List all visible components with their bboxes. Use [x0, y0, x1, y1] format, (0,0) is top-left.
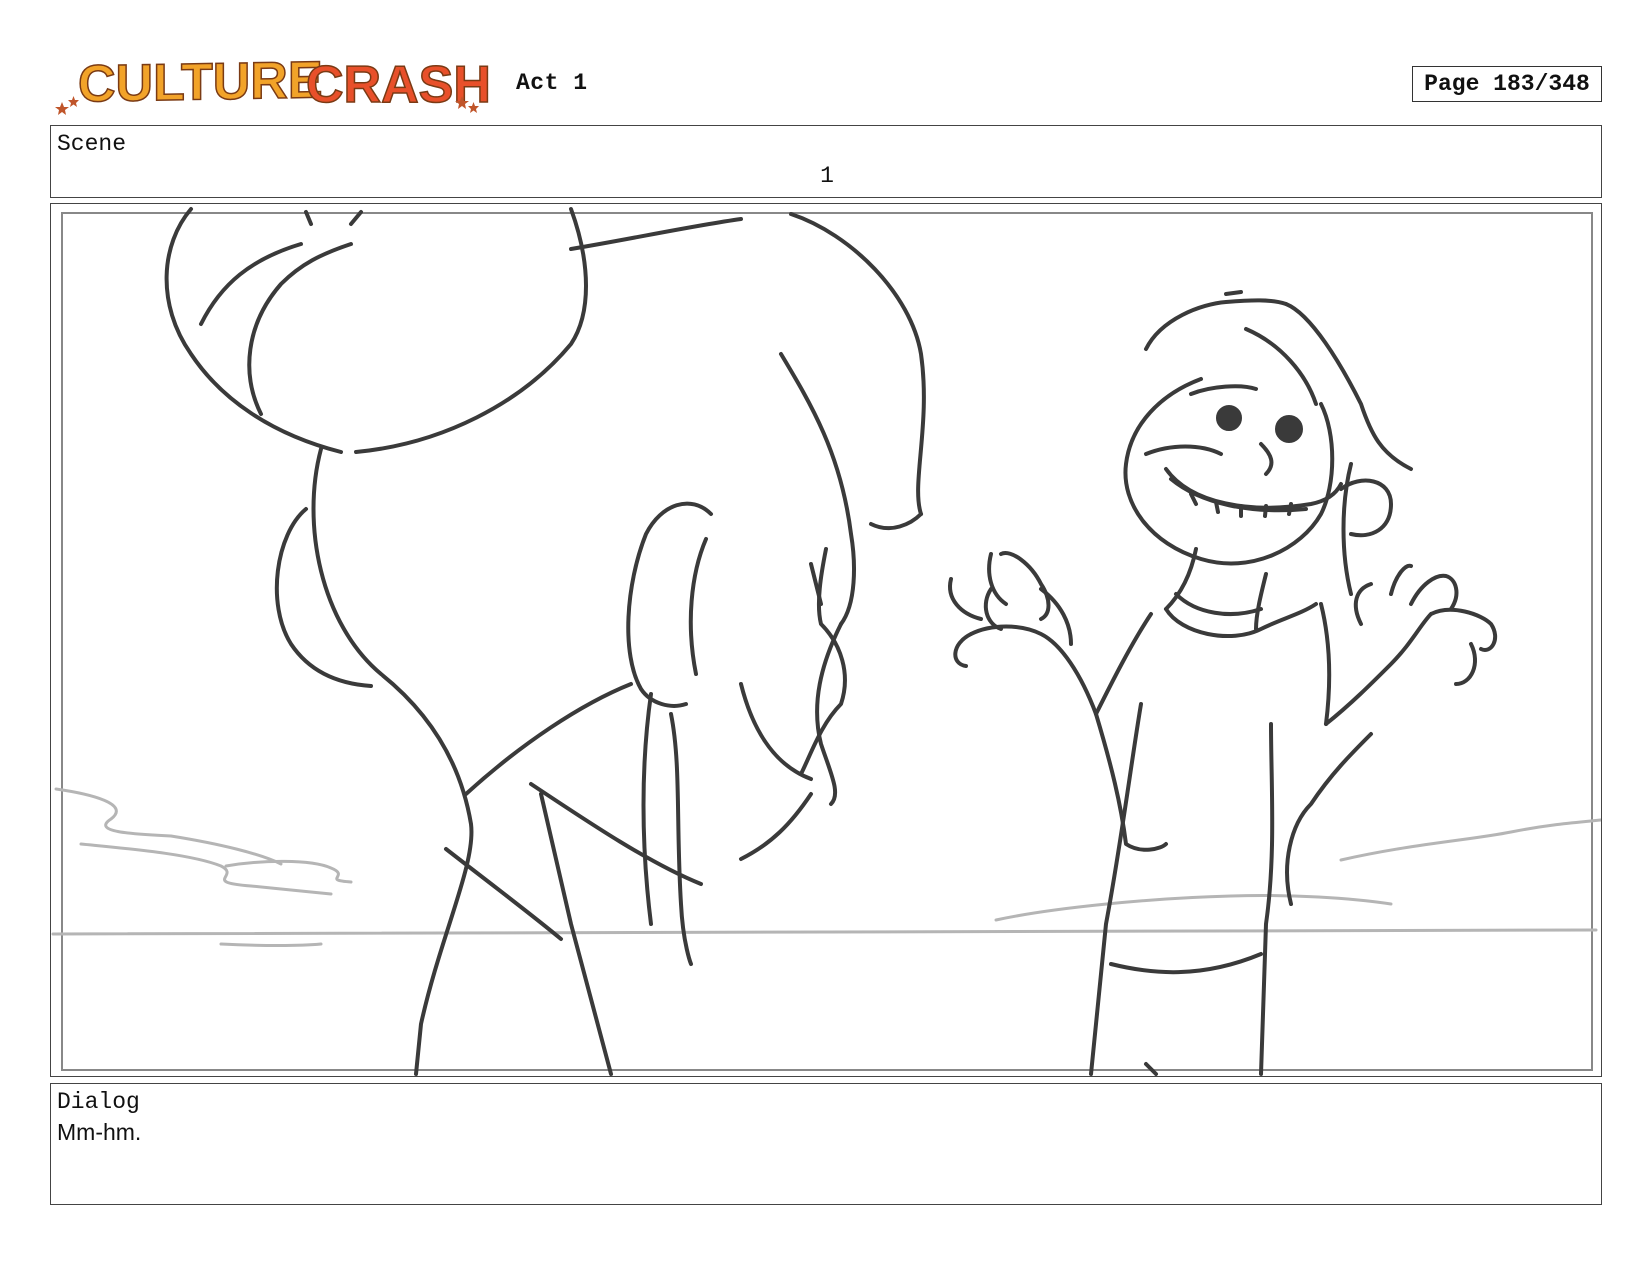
dialog-text: Mm-hm. — [57, 1119, 142, 1145]
svg-text:CULTURE: CULTURE — [78, 51, 323, 113]
act-label: Act 1 — [516, 70, 588, 96]
page-counter: Page 183/348 — [1412, 66, 1602, 102]
scene-number: 1 — [820, 163, 834, 189]
scene-field: Scene 1 — [50, 125, 1602, 198]
storyboard-panel — [50, 203, 1602, 1077]
dialog-field: Dialog Mm-hm. — [50, 1083, 1602, 1205]
scene-label: Scene — [57, 131, 127, 157]
panel-sketch — [51, 207, 1601, 1076]
page-counter-text: Page 183/348 — [1424, 71, 1590, 97]
culture-crash-logo: CULTURE CRASH — [52, 50, 500, 120]
dialog-label: Dialog — [57, 1089, 140, 1115]
